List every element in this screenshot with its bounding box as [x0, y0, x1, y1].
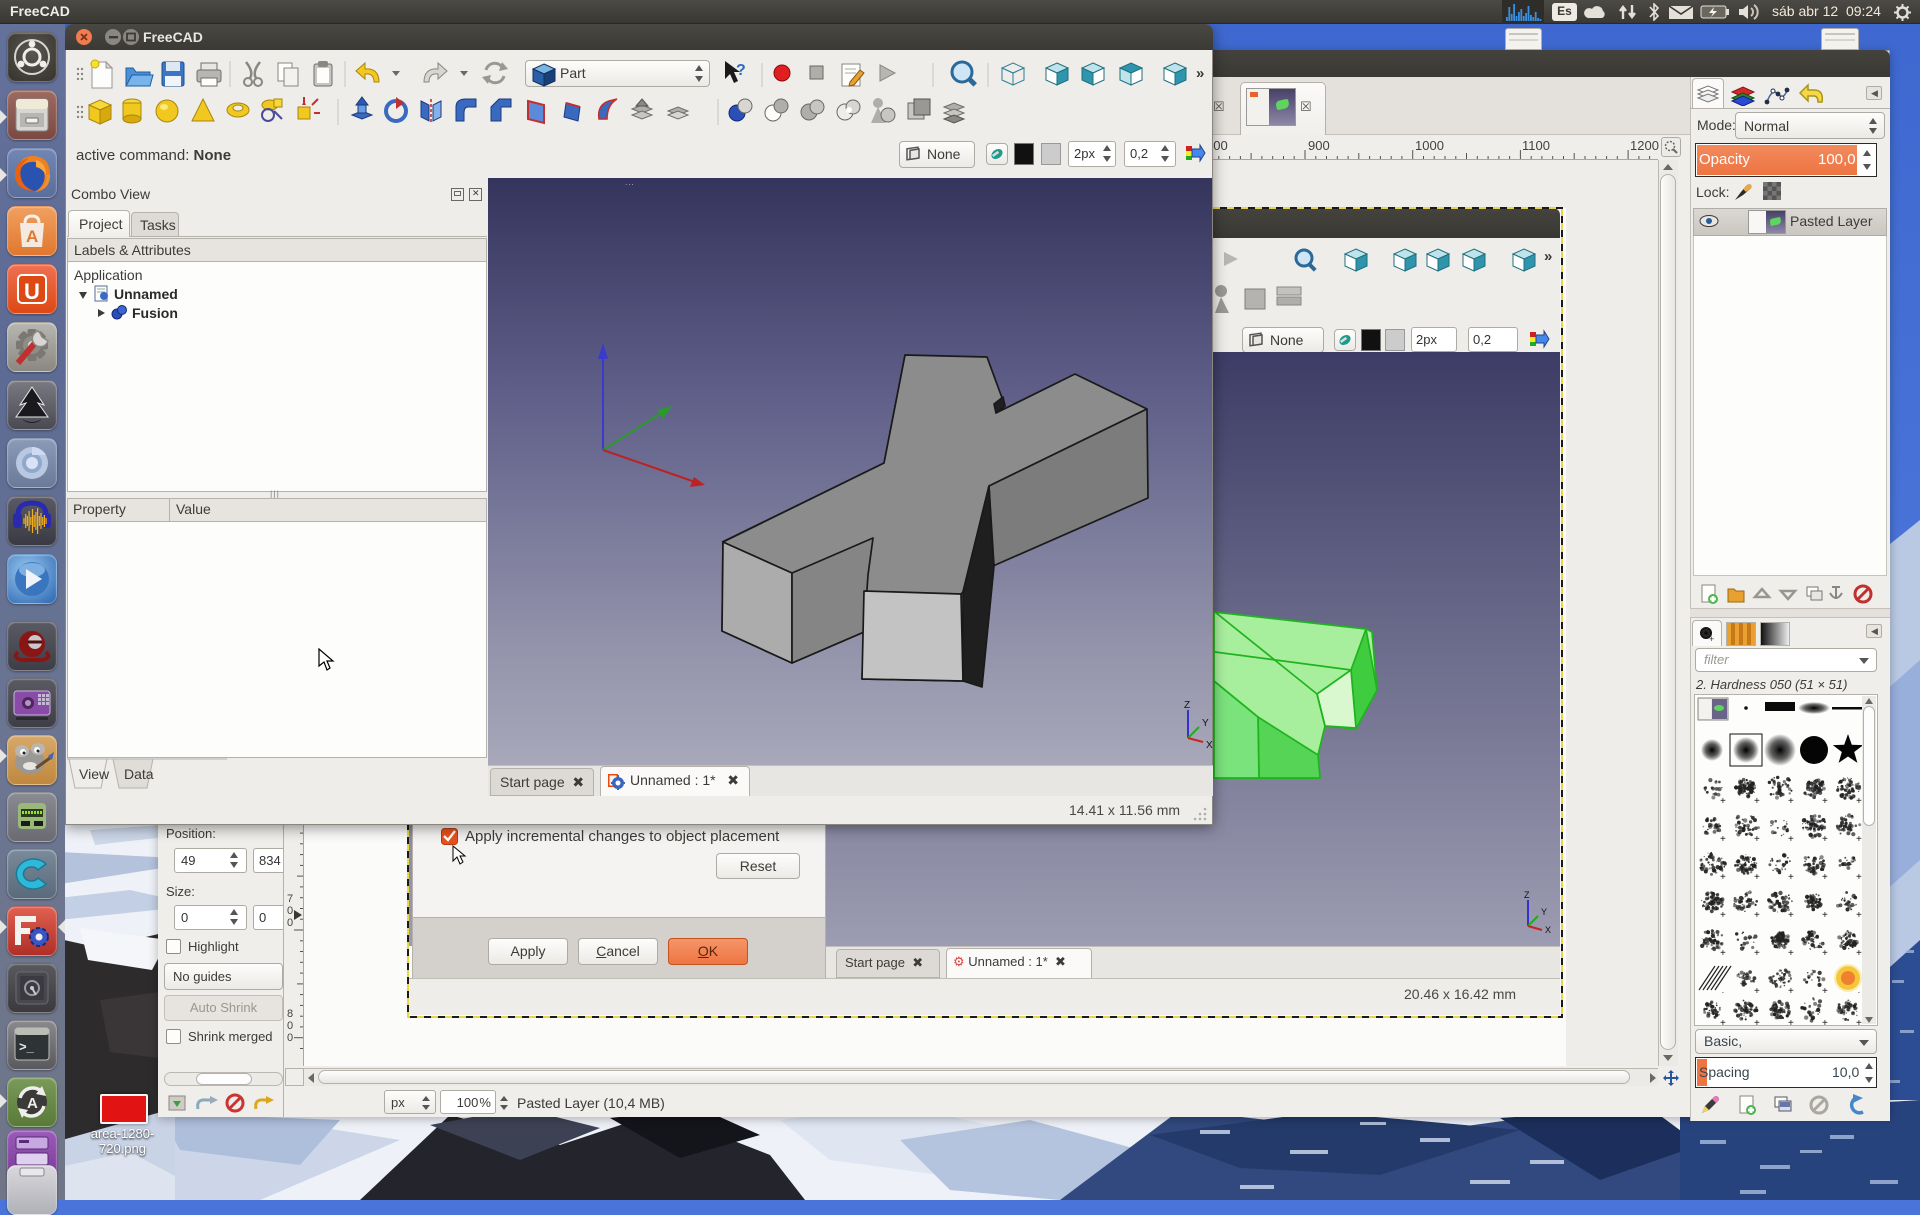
svg-text:+: +	[1720, 910, 1726, 921]
svg-text:+: +	[1788, 910, 1794, 921]
svg-text:A: A	[27, 1095, 38, 1112]
svg-text:A: A	[26, 227, 38, 246]
svg-text:+: +	[1754, 872, 1760, 883]
svg-text:+: +	[1788, 986, 1794, 997]
svg-text:+: +	[1754, 1018, 1760, 1026]
svg-text:+: +	[1720, 948, 1726, 959]
svg-text:+: +	[1754, 796, 1760, 807]
svg-text:+: +	[1720, 834, 1726, 845]
svg-text:+: +	[1720, 872, 1726, 883]
svg-text:+: +	[1822, 796, 1828, 807]
svg-text:U: U	[24, 279, 40, 304]
svg-text:+: +	[1720, 1018, 1726, 1026]
svg-text:Y: Y	[1202, 718, 1209, 729]
svg-text:+: +	[1754, 834, 1760, 845]
svg-text:+: +	[1788, 1018, 1794, 1026]
svg-text:+: +	[1822, 986, 1828, 997]
svg-text:+: +	[1822, 872, 1828, 883]
svg-text:+: +	[1754, 986, 1760, 997]
svg-text:+: +	[1822, 910, 1828, 921]
svg-text:View: View	[79, 766, 110, 782]
svg-text:+: +	[1822, 1018, 1828, 1026]
svg-text:+: +	[1788, 834, 1794, 845]
svg-text:+: +	[1788, 872, 1794, 883]
svg-text:+: +	[1788, 948, 1794, 959]
svg-text:+: +	[1720, 796, 1726, 807]
svg-text:+: +	[1822, 834, 1828, 845]
svg-text:Data: Data	[124, 766, 154, 782]
svg-text:+: +	[1788, 796, 1794, 807]
svg-text:+: +	[1709, 634, 1714, 643]
svg-text:+: +	[1822, 948, 1828, 959]
svg-text:+: +	[1754, 910, 1760, 921]
svg-text:?: ?	[736, 62, 746, 79]
svg-text:+: +	[1754, 948, 1760, 959]
svg-text:Z: Z	[1184, 700, 1190, 711]
svg-text:X: X	[1206, 740, 1213, 748]
svg-text:>_: >_	[19, 1039, 35, 1054]
